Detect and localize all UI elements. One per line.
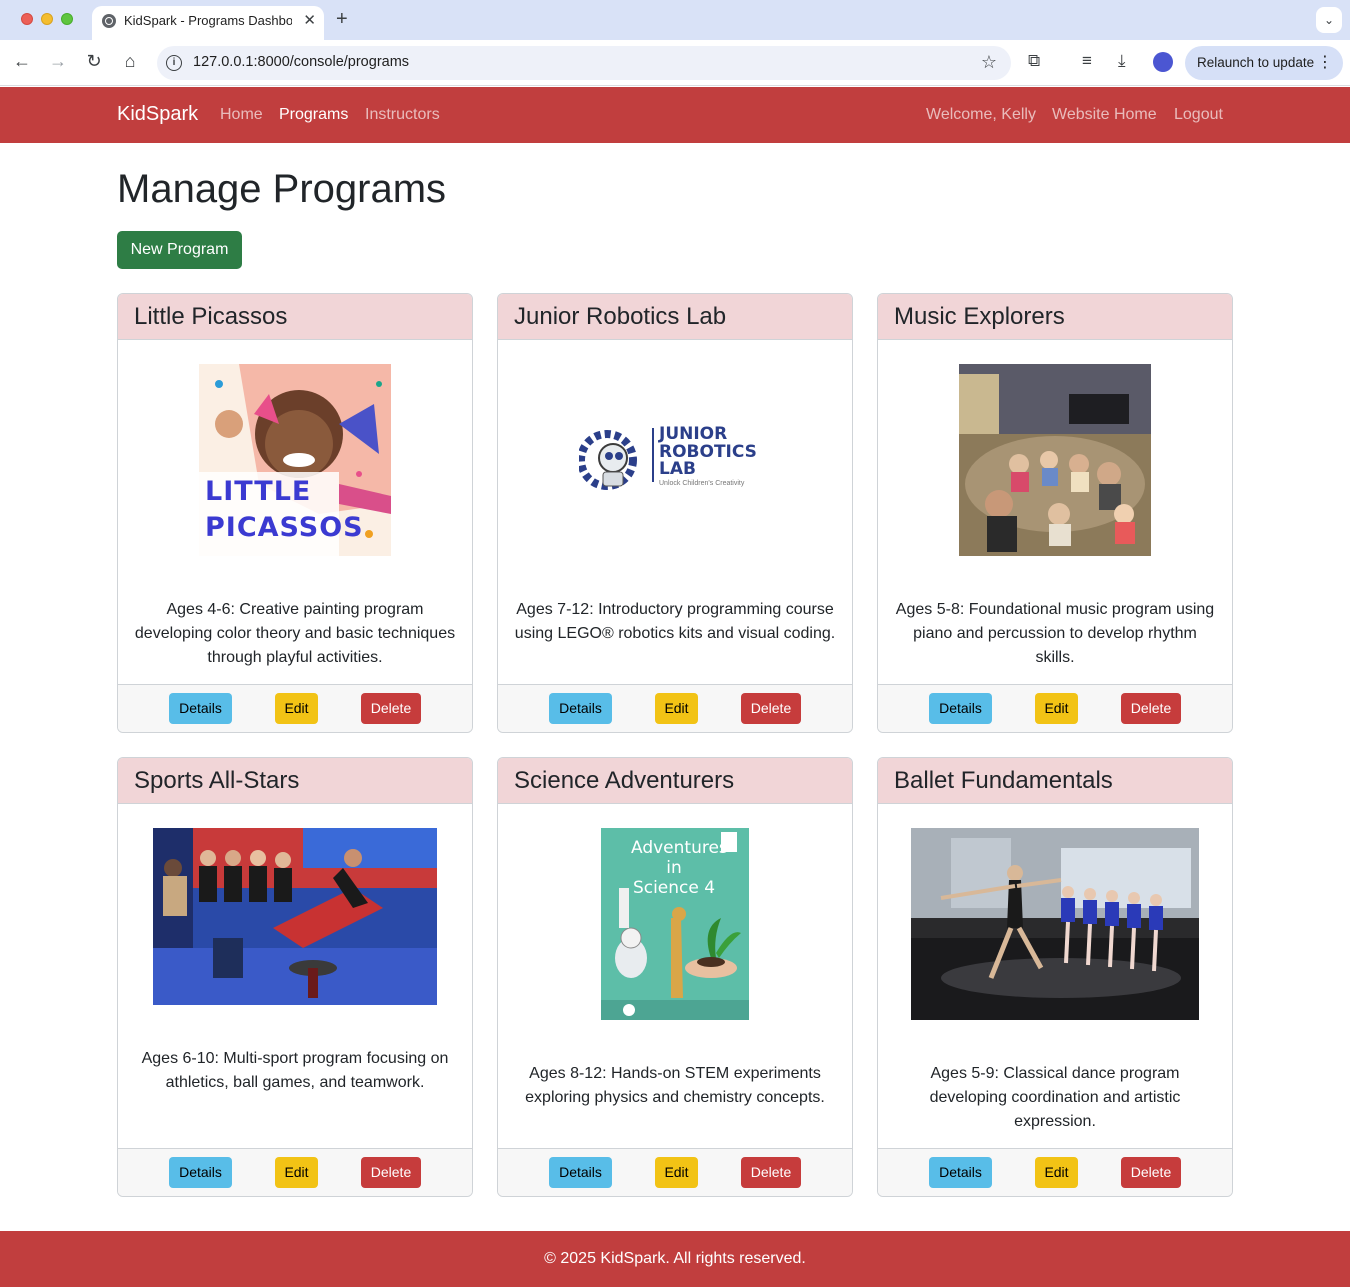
program-title: Science Adventurers <box>498 758 852 804</box>
media-controls-icon[interactable]: ≡ <box>1082 51 1092 71</box>
site-navbar: KidSpark Home Programs Instructors Welco… <box>0 87 1350 143</box>
card-footer: Details Edit Delete <box>498 1148 852 1196</box>
program-title: Junior Robotics Lab <box>498 294 852 340</box>
program-image <box>153 828 437 1005</box>
edit-button[interactable]: Edit <box>275 1157 318 1188</box>
program-description: Ages 4-6: Creative painting program deve… <box>134 601 456 666</box>
delete-button[interactable]: Delete <box>741 693 801 724</box>
program-image-caption: JUNIOR ROBOTICS LAB <box>659 424 757 479</box>
address-bar[interactable]: i 127.0.0.1:8000/console/programs ☆ <box>157 46 1011 80</box>
nav-link-programs[interactable]: Programs <box>279 106 348 124</box>
details-button[interactable]: Details <box>929 1157 992 1188</box>
tab-title: KidSpark - Programs Dashboard <box>124 13 292 28</box>
extensions-icon[interactable]: ⧉ <box>1028 51 1040 71</box>
edit-button[interactable]: Edit <box>1035 1157 1078 1188</box>
program-image-caption: Adventures in Science 4 <box>631 838 728 898</box>
delete-button[interactable]: Delete <box>361 1157 421 1188</box>
edit-button[interactable]: Edit <box>655 1157 698 1188</box>
nav-link-home[interactable]: Home <box>220 106 263 124</box>
delete-button[interactable]: Delete <box>741 1157 801 1188</box>
program-card: Junior Robotics Lab JUNIOR ROBOTICS LAB … <box>497 293 853 733</box>
edit-button[interactable]: Edit <box>1035 693 1078 724</box>
nav-link-logout[interactable]: Logout <box>1174 106 1223 124</box>
back-arrow-icon[interactable]: ← <box>11 51 33 72</box>
program-title: Ballet Fundamentals <box>878 758 1232 804</box>
program-description: Ages 5-8: Foundational music program usi… <box>895 601 1215 666</box>
program-card: Sports All-Stars Ages 6-10: Multi-sport … <box>117 757 473 1197</box>
program-image <box>911 828 1199 1020</box>
delete-button[interactable]: Delete <box>361 693 421 724</box>
globe-icon <box>102 14 116 28</box>
chevron-down-icon[interactable]: ⌄ <box>1316 7 1342 33</box>
close-window-button[interactable] <box>21 13 33 25</box>
program-image: LITTLE PICASSOS <box>199 364 391 556</box>
browser-toolbar: ← → ↻ ⌂ i 127.0.0.1:8000/console/program… <box>0 40 1350 86</box>
details-button[interactable]: Details <box>929 693 992 724</box>
edit-button[interactable]: Edit <box>655 693 698 724</box>
edit-button[interactable]: Edit <box>275 693 318 724</box>
program-image: Adventures in Science 4 <box>601 828 749 1020</box>
profile-avatar-icon[interactable] <box>1153 52 1173 72</box>
browser-tab-bar: KidSpark - Programs Dashboard ✕ + ⌄ <box>0 0 1350 40</box>
maximize-window-button[interactable] <box>61 13 73 25</box>
brand-link[interactable]: KidSpark <box>117 103 198 126</box>
program-description: Ages 7-12: Introductory programming cour… <box>514 601 836 642</box>
more-vert-icon[interactable]: ⋮ <box>1317 46 1333 80</box>
info-icon[interactable]: i <box>166 55 182 71</box>
browser-tab[interactable]: KidSpark - Programs Dashboard ✕ <box>92 6 324 40</box>
card-footer: Details Edit Delete <box>878 684 1232 732</box>
forward-arrow-icon[interactable]: → <box>47 51 69 72</box>
url-text[interactable]: 127.0.0.1:8000/console/programs <box>193 54 409 70</box>
details-button[interactable]: Details <box>169 1157 232 1188</box>
program-image <box>959 364 1151 556</box>
program-image-subcaption: Unlock Children's Creativity <box>659 480 745 487</box>
program-title: Music Explorers <box>878 294 1232 340</box>
card-footer: Details Edit Delete <box>118 684 472 732</box>
program-image: JUNIOR ROBOTICS LAB Unlock Children's Cr… <box>579 424 773 496</box>
new-program-button[interactable]: New Program <box>117 231 242 269</box>
site-footer: © 2025 KidSpark. All rights reserved. <box>0 1231 1350 1287</box>
relaunch-button[interactable]: Relaunch to update ⋮ <box>1185 46 1343 80</box>
program-image-caption: LITTLE PICASSOS <box>205 476 364 543</box>
details-button[interactable]: Details <box>549 693 612 724</box>
download-icon[interactable]: ⤓ <box>1118 51 1126 71</box>
nav-link-instructors[interactable]: Instructors <box>365 106 440 124</box>
home-icon[interactable]: ⌂ <box>119 51 141 72</box>
card-footer: Details Edit Delete <box>498 684 852 732</box>
new-tab-icon[interactable]: + <box>336 8 348 31</box>
delete-button[interactable]: Delete <box>1121 693 1181 724</box>
program-title: Sports All-Stars <box>118 758 472 804</box>
program-card: Music Explorers Ages 5-8: Foundational m… <box>877 293 1233 733</box>
bookmark-star-icon[interactable]: ☆ <box>981 52 997 73</box>
page-title: Manage Programs <box>117 167 447 211</box>
delete-button[interactable]: Delete <box>1121 1157 1181 1188</box>
program-card: Ballet Fundamentals Ages 5-9: Classical … <box>877 757 1233 1197</box>
program-description: Ages 6-10: Multi-sport program focusing … <box>141 1050 449 1091</box>
card-footer: Details Edit Delete <box>118 1148 472 1196</box>
card-footer: Details Edit Delete <box>878 1148 1232 1196</box>
program-title: Little Picassos <box>118 294 472 340</box>
footer-copyright: © 2025 KidSpark. All rights reserved. <box>544 1250 806 1267</box>
nav-link-website-home[interactable]: Website Home <box>1052 106 1157 124</box>
program-card: Science Adventurers Adventures in Scienc… <box>497 757 853 1197</box>
nav-link-welcome[interactable]: Welcome, Kelly <box>926 106 1036 124</box>
minimize-window-button[interactable] <box>41 13 53 25</box>
reload-icon[interactable]: ↻ <box>83 51 105 72</box>
program-description: Ages 5-9: Classical dance program develo… <box>929 1065 1181 1130</box>
details-button[interactable]: Details <box>549 1157 612 1188</box>
details-button[interactable]: Details <box>169 693 232 724</box>
program-description: Ages 8-12: Hands-on STEM experiments exp… <box>525 1065 825 1106</box>
program-card: Little Picassos LITTLE PICASSOS Ages 4-6… <box>117 293 473 733</box>
close-icon[interactable]: ✕ <box>303 11 316 29</box>
relaunch-label: Relaunch to update <box>1197 55 1315 70</box>
